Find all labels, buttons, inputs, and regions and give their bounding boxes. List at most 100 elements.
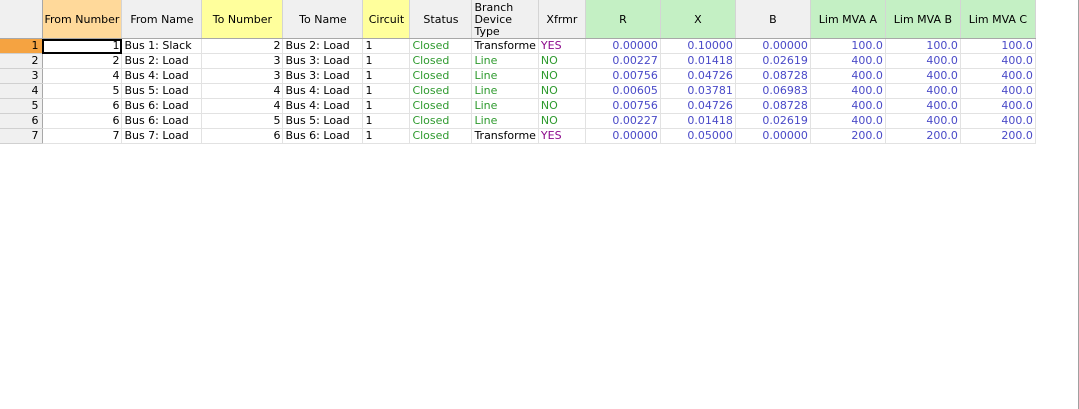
cell-lim-mva-c[interactable]: 400.0 [960, 83, 1036, 99]
cell-xfrmr[interactable]: NO [538, 68, 586, 84]
column-header-b[interactable]: B [735, 0, 811, 39]
cell-status[interactable]: Closed [409, 98, 473, 114]
cell-to-number[interactable]: 4 [201, 98, 284, 114]
cell-status[interactable]: Closed [409, 68, 473, 84]
cell-circuit[interactable]: 1 [362, 38, 411, 54]
cell-from-number[interactable]: 5 [42, 83, 123, 99]
row-number[interactable]: 6 [0, 113, 43, 129]
cell-lim-mva-b[interactable]: 400.0 [885, 98, 961, 114]
cell-lim-mva-a[interactable]: 400.0 [810, 113, 886, 129]
cell-to-name[interactable]: Bus 5: Load [282, 113, 364, 129]
table-row[interactable]: 4 5 Bus 5: Load 4 Bus 4: Load 1 Closed Line NO 0.… [0, 83, 1036, 99]
cell-lim-mva-b[interactable]: 400.0 [885, 53, 961, 69]
cell-from-number[interactable]: 7 [42, 128, 123, 144]
cell-xfrmr[interactable]: NO [538, 113, 586, 129]
cell-b[interactable]: 0.02619 [735, 113, 811, 129]
row-number[interactable]: 4 [0, 83, 43, 99]
cell-status[interactable]: Closed [409, 38, 473, 54]
cell-to-name[interactable]: Bus 4: Load [282, 98, 364, 114]
cell-circuit[interactable]: 1 [362, 128, 411, 144]
cell-lim-mva-b[interactable]: 400.0 [885, 68, 961, 84]
cell-x[interactable]: 0.03781 [660, 83, 736, 99]
row-number[interactable]: 7 [0, 128, 43, 144]
cell-from-name[interactable]: Bus 6: Load [121, 98, 203, 114]
cell-status[interactable]: Closed [409, 53, 473, 69]
cell-lim-mva-c[interactable]: 400.0 [960, 53, 1036, 69]
cell-x[interactable]: 0.05000 [660, 128, 736, 144]
cell-to-name[interactable]: Bus 3: Load [282, 53, 364, 69]
cell-r[interactable]: 0.00756 [585, 68, 661, 84]
cell-b[interactable]: 0.06983 [735, 83, 811, 99]
cell-to-number[interactable]: 3 [201, 53, 284, 69]
corner-cell[interactable] [0, 0, 43, 39]
cell-to-name[interactable]: Bus 4: Load [282, 83, 364, 99]
cell-from-number[interactable]: 6 [42, 113, 123, 129]
cell-xfrmr[interactable]: YES [538, 38, 586, 54]
cell-to-name[interactable]: Bus 6: Load [282, 128, 364, 144]
table-row[interactable]: 5 6 Bus 6: Load 4 Bus 4: Load 1 Closed Line NO 0.… [0, 98, 1036, 114]
cell-lim-mva-c[interactable]: 400.0 [960, 98, 1036, 114]
table-row[interactable]: 3 4 Bus 4: Load 3 Bus 3: Load 1 Closed Line NO 0.… [0, 68, 1036, 84]
cell-circuit[interactable]: 1 [362, 98, 411, 114]
cell-lim-mva-a[interactable]: 400.0 [810, 98, 886, 114]
cell-from-name[interactable]: Bus 5: Load [121, 83, 203, 99]
column-header-status[interactable]: Status [409, 0, 473, 39]
cell-lim-mva-b[interactable]: 400.0 [885, 113, 961, 129]
cell-to-number[interactable]: 5 [201, 113, 284, 129]
cell-x[interactable]: 0.10000 [660, 38, 736, 54]
cell-from-name[interactable]: Bus 1: Slack [121, 38, 203, 54]
column-header-from-number[interactable]: From Number [42, 0, 123, 39]
cell-lim-mva-c[interactable]: 200.0 [960, 128, 1036, 144]
cell-lim-mva-b[interactable]: 200.0 [885, 128, 961, 144]
column-header-lim-mva-b[interactable]: Lim MVA B [885, 0, 961, 39]
cell-circuit[interactable]: 1 [362, 53, 411, 69]
cell-x[interactable]: 0.01418 [660, 53, 736, 69]
cell-r[interactable]: 0.00756 [585, 98, 661, 114]
cell-from-number[interactable]: 2 [42, 53, 123, 69]
column-header-x[interactable]: X [660, 0, 736, 39]
table-row[interactable]: 1 1 Bus 1: Slack 2 Bus 2: Load 1 Closed Transfo… [0, 38, 1036, 54]
column-header-xfrmr[interactable]: Xfrmr [538, 0, 586, 39]
cell-lim-mva-a[interactable]: 400.0 [810, 68, 886, 84]
cell-from-number[interactable]: 6 [42, 98, 123, 114]
cell-x[interactable]: 0.04726 [660, 98, 736, 114]
cell-circuit[interactable]: 1 [362, 68, 411, 84]
cell-from-number[interactable]: 4 [42, 68, 123, 84]
cell-to-name[interactable]: Bus 3: Load [282, 68, 364, 84]
cell-from-name[interactable]: Bus 6: Load [121, 113, 203, 129]
cell-xfrmr[interactable]: YES [538, 128, 586, 144]
cell-lim-mva-c[interactable]: 400.0 [960, 68, 1036, 84]
cell-lim-mva-b[interactable]: 100.0 [885, 38, 961, 54]
cell-r[interactable]: 0.00000 [585, 38, 661, 54]
cell-r[interactable]: 0.00227 [585, 53, 661, 69]
cell-lim-mva-a[interactable]: 400.0 [810, 53, 886, 69]
row-number[interactable]: 3 [0, 68, 43, 84]
column-header-lim-mva-c[interactable]: Lim MVA C [960, 0, 1036, 39]
cell-status[interactable]: Closed [409, 128, 473, 144]
cell-branch-device-type[interactable]: Line [471, 113, 539, 129]
table-row[interactable]: 6 6 Bus 6: Load 5 Bus 5: Load 1 Closed Line NO 0.… [0, 113, 1036, 129]
column-header-from-name[interactable]: From Name [121, 0, 203, 39]
column-header-circuit[interactable]: Circuit [362, 0, 411, 39]
cell-b[interactable]: 0.00000 [735, 38, 811, 54]
cell-x[interactable]: 0.04726 [660, 68, 736, 84]
cell-branch-device-type[interactable]: Transforme [471, 38, 539, 54]
cell-lim-mva-c[interactable]: 400.0 [960, 113, 1036, 129]
cell-status[interactable]: Closed [409, 113, 473, 129]
cell-to-number[interactable]: 3 [201, 68, 284, 84]
cell-branch-device-type[interactable]: Line [471, 68, 539, 84]
column-header-r[interactable]: R [585, 0, 661, 39]
cell-b[interactable]: 0.08728 [735, 98, 811, 114]
table-row[interactable]: 7 7 Bus 7: Load 6 Bus 6: Load 1 Closed Transfor… [0, 128, 1036, 144]
cell-status[interactable]: Closed [409, 83, 473, 99]
column-header-lim-mva-a[interactable]: Lim MVA A [810, 0, 886, 39]
cell-b[interactable]: 0.00000 [735, 128, 811, 144]
cell-xfrmr[interactable]: NO [538, 53, 586, 69]
cell-from-name[interactable]: Bus 7: Load [121, 128, 203, 144]
row-number[interactable]: 5 [0, 98, 43, 114]
column-header-to-number[interactable]: To Number [201, 0, 284, 39]
cell-lim-mva-b[interactable]: 400.0 [885, 83, 961, 99]
cell-from-number[interactable]: 1 [42, 38, 123, 54]
table-row[interactable]: 2 2 Bus 2: Load 3 Bus 3: Load 1 Closed Line NO 0.… [0, 53, 1036, 69]
cell-branch-device-type[interactable]: Transforme [471, 128, 539, 144]
